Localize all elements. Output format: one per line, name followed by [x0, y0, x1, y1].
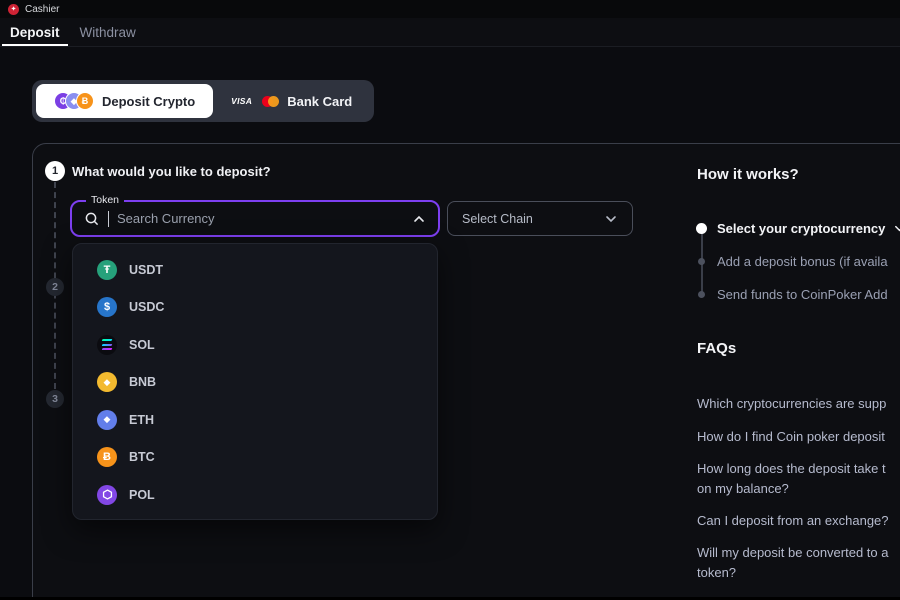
usdc-icon: $: [97, 297, 117, 317]
mastercard-logo-icon: [262, 96, 279, 107]
bank-card-label: Bank Card: [287, 94, 352, 109]
faqs-title: FAQs: [697, 340, 736, 357]
eth-icon: ◆: [97, 410, 117, 430]
chevron-up-icon[interactable]: [412, 212, 426, 226]
token-option-eth[interactable]: ◆ ETH: [73, 401, 437, 439]
timeline-dot: [698, 258, 705, 265]
step-1-question: What would you like to deposit?: [72, 164, 271, 179]
window-title: Cashier: [25, 4, 59, 15]
coinpoker-logo-icon: ✦: [8, 4, 19, 15]
window-titlebar: ✦ Cashier: [0, 0, 900, 18]
visa-logo-icon: VISA: [231, 96, 252, 106]
token-option-usdc[interactable]: $ USDC: [73, 289, 437, 327]
pol-icon: [97, 485, 117, 505]
btc-icon: Ƀ: [97, 447, 117, 467]
faq-supported-cryptos[interactable]: Which cryptocurrencies are supp: [697, 394, 886, 414]
crypto-coins-icon: ₵ ◆ Ƀ: [54, 92, 94, 110]
usdt-icon: Ŧ: [97, 260, 117, 280]
hiw-step-send-funds[interactable]: Send funds to CoinPoker Add: [717, 287, 888, 302]
token-option-pol[interactable]: POL: [73, 476, 437, 514]
chain-select[interactable]: Select Chain: [447, 201, 633, 236]
deposit-crypto-label: Deposit Crypto: [102, 94, 195, 109]
token-option-sol[interactable]: SOL: [73, 326, 437, 364]
chevron-down-icon: [893, 222, 900, 238]
tab-bar: Deposit Withdraw: [0, 18, 900, 47]
faq-find-deposit[interactable]: How do I find Coin poker deposit: [697, 427, 885, 447]
token-search-field[interactable]: Token Search Currency: [70, 200, 440, 237]
token-search-placeholder: Search Currency: [117, 211, 404, 226]
step-3-badge: 3: [46, 390, 64, 408]
text-cursor: [108, 211, 109, 227]
token-dropdown: Ŧ USDT $ USDC SOL ◆ BNB ◆ ETH Ƀ BTC POL: [72, 243, 438, 520]
token-option-usdt[interactable]: Ŧ USDT: [73, 251, 437, 289]
bnb-icon: ◆: [97, 372, 117, 392]
how-it-works-title: How it works?: [697, 166, 799, 183]
timeline-dot: [698, 291, 705, 298]
faq-deposit-time[interactable]: How long does the deposit take t on my b…: [697, 459, 886, 499]
tab-withdraw[interactable]: Withdraw: [70, 18, 146, 46]
deposit-method-toggle: ₵ ◆ Ƀ Deposit Crypto VISA Bank Card: [32, 80, 374, 122]
tab-deposit[interactable]: Deposit: [0, 18, 70, 46]
chevron-down-icon: [604, 212, 618, 226]
token-option-bnb[interactable]: ◆ BNB: [73, 364, 437, 402]
btc-coin-icon: Ƀ: [76, 92, 94, 110]
hiw-step-select-crypto[interactable]: Select your cryptocurrency: [717, 221, 900, 238]
step-2-badge: 2: [46, 278, 64, 296]
search-icon: [84, 211, 100, 227]
sol-icon: [97, 335, 117, 355]
faq-exchange-deposit[interactable]: Can I deposit from an exchange?: [697, 511, 889, 531]
step-1-badge: 1: [45, 161, 65, 181]
token-field-label: Token: [86, 194, 124, 206]
timeline-dot-active: [696, 223, 707, 234]
chain-select-value: Select Chain: [462, 212, 533, 226]
bank-card-option[interactable]: VISA Bank Card: [213, 84, 370, 118]
token-option-btc[interactable]: Ƀ BTC: [73, 439, 437, 477]
hiw-step-bonus[interactable]: Add a deposit bonus (if availa: [717, 254, 888, 269]
faq-converted-token[interactable]: Will my deposit be converted to a token?: [697, 543, 888, 583]
deposit-crypto-option[interactable]: ₵ ◆ Ƀ Deposit Crypto: [36, 84, 213, 118]
